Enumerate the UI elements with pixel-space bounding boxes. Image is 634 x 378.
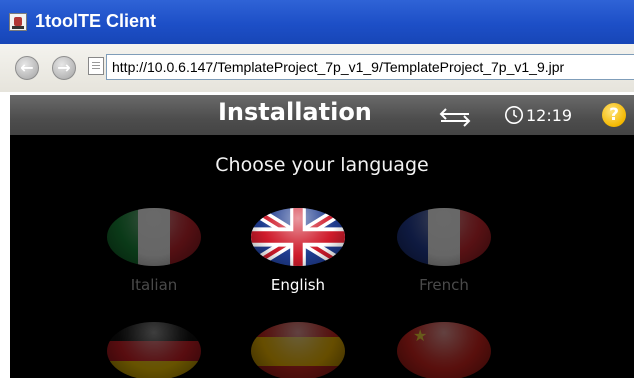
- address-bar[interactable]: http://10.0.6.147/TemplateProject_7p_v1_…: [106, 54, 634, 80]
- page-icon: [88, 57, 104, 75]
- app-screen: Installation 12:19 ? Choose your languag…: [10, 95, 634, 378]
- flag-spanish-button[interactable]: [251, 322, 345, 378]
- forward-icon[interactable]: →: [52, 56, 76, 80]
- flag-chinese-button[interactable]: ★: [397, 322, 491, 378]
- app-icon: [9, 13, 27, 31]
- page-title: Installation: [218, 98, 372, 126]
- window-titlebar: 1toolTE Client: [0, 0, 634, 44]
- flag-french-button[interactable]: [397, 208, 491, 266]
- clock-icon: [505, 106, 523, 124]
- flag-italian-button[interactable]: [107, 208, 201, 266]
- language-label-italian[interactable]: Italian: [94, 276, 214, 294]
- browser-toolbar: ← → http://10.0.6.147/TemplateProject_7p…: [0, 44, 634, 92]
- help-icon[interactable]: ?: [602, 103, 626, 127]
- swap-arrows-icon[interactable]: [438, 107, 472, 127]
- back-icon[interactable]: ←: [15, 56, 39, 80]
- language-prompt: Choose your language: [215, 154, 429, 176]
- flag-german-button[interactable]: [107, 322, 201, 378]
- window-title: 1toolTE Client: [35, 11, 156, 31]
- language-label-french[interactable]: French: [384, 276, 504, 294]
- app-header: Installation 12:19 ?: [10, 95, 634, 135]
- clock-time: 12:19: [526, 106, 573, 125]
- language-label-english[interactable]: English: [238, 276, 358, 294]
- flag-english-button[interactable]: [251, 208, 345, 266]
